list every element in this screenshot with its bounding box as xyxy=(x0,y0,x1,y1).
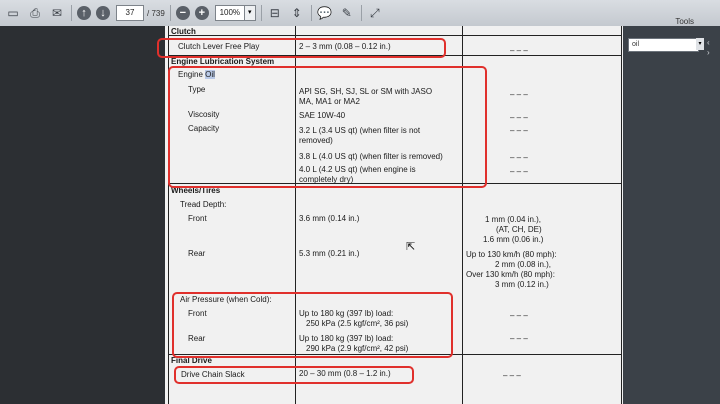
annotation-oval-engine-oil xyxy=(168,66,487,188)
tread-rear-limit-3: Over 130 km/h (80 mph): xyxy=(466,270,555,279)
tread-front-value: 3.6 mm (0.14 in.) xyxy=(299,214,360,223)
annotation-oval-clutch xyxy=(157,38,446,58)
annotation-oval-drive-chain xyxy=(174,366,414,384)
tread-rear-limit-4: 3 mm (0.12 in.) xyxy=(495,280,549,289)
pdf-viewer-screen: ▭ ⎙ ✉ ↑ ↓ 37 / 739 − + 100% ▾ ⊟ ⇕ 💬 ✎ ⤢ … xyxy=(0,0,720,404)
clutch-free-play-limit: – – – xyxy=(510,46,528,55)
oil-type-limit: – – – xyxy=(510,90,528,99)
section-clutch: Clutch xyxy=(171,27,196,36)
zoom-level-input[interactable]: 100% xyxy=(214,5,245,21)
toolbar-divider xyxy=(360,5,362,21)
fit-page-icon[interactable]: ⊟ xyxy=(266,5,284,21)
toolbar-divider xyxy=(169,5,171,21)
search-input[interactable]: oil xyxy=(628,38,699,52)
tread-rear-limit-2: 2 mm (0.08 in.), xyxy=(495,260,552,269)
toolbar-divider xyxy=(260,5,262,21)
email-icon[interactable]: ✉ xyxy=(48,5,66,21)
zoom-in-icon[interactable]: + xyxy=(194,6,209,20)
table-border xyxy=(621,26,622,404)
tools-button[interactable]: Tools xyxy=(675,17,694,26)
toolbar: ▭ ⎙ ✉ ↑ ↓ 37 / 739 − + 100% ▾ ⊟ ⇕ 💬 ✎ ⤢ … xyxy=(0,0,720,27)
viscosity-limit: – – – xyxy=(510,113,528,122)
next-page-icon[interactable]: ↓ xyxy=(96,6,110,20)
fullscreen-icon[interactable]: ⤢ xyxy=(366,5,384,21)
capacity-1-limit: – – – xyxy=(510,126,528,135)
tread-front-limit-3: 1.6 mm (0.06 in.) xyxy=(483,235,544,244)
chevron-down-icon[interactable]: ▾ xyxy=(696,38,704,50)
toolbar-divider xyxy=(71,5,72,21)
tread-front-limit-2: (AT, CH, DE) xyxy=(496,225,542,234)
mouse-cursor-icon: ⇱ xyxy=(406,241,416,253)
scroll-mode-icon[interactable]: ⇕ xyxy=(288,5,306,21)
chevron-down-icon[interactable]: ▾ xyxy=(244,5,256,21)
print-icon[interactable]: ⎙ xyxy=(26,5,44,21)
capacity-2-limit: – – – xyxy=(510,153,528,162)
drive-chain-slack-limit: – – – xyxy=(503,371,521,380)
document-page: Clutch Clutch Lever Free Play 2 – 3 mm (… xyxy=(157,26,623,404)
table-border xyxy=(168,35,621,36)
comment-icon[interactable]: 💬 xyxy=(316,5,334,21)
previous-page-icon[interactable]: ↑ xyxy=(77,6,91,20)
find-panel xyxy=(623,26,720,404)
air-front-limit: – – – xyxy=(510,311,528,320)
air-rear-limit: – – – xyxy=(510,334,528,343)
tread-rear-label: Rear xyxy=(188,249,206,258)
open-folder-icon[interactable]: ▭ xyxy=(4,5,22,21)
tread-front-limit-1: 1 mm (0.04 in.), xyxy=(485,215,542,224)
zoom-out-icon[interactable]: − xyxy=(175,6,190,20)
page-total-label: / 739 xyxy=(147,8,165,18)
left-margin xyxy=(0,26,165,404)
search-nav-arrows-icon[interactable]: ‹ › xyxy=(707,38,719,62)
tread-rear-value: 5.3 mm (0.21 in.) xyxy=(299,249,360,258)
tread-depth-label: Tread Depth: xyxy=(180,200,227,209)
tread-rear-limit-1: Up to 130 km/h (80 mph): xyxy=(466,250,557,259)
page-number-input[interactable]: 37 xyxy=(116,5,144,21)
tread-front-label: Front xyxy=(188,214,207,223)
sign-icon[interactable]: ✎ xyxy=(338,5,356,21)
capacity-3-limit: – – – xyxy=(510,167,528,176)
annotation-oval-air-pressure xyxy=(172,292,453,358)
toolbar-divider xyxy=(310,5,312,21)
